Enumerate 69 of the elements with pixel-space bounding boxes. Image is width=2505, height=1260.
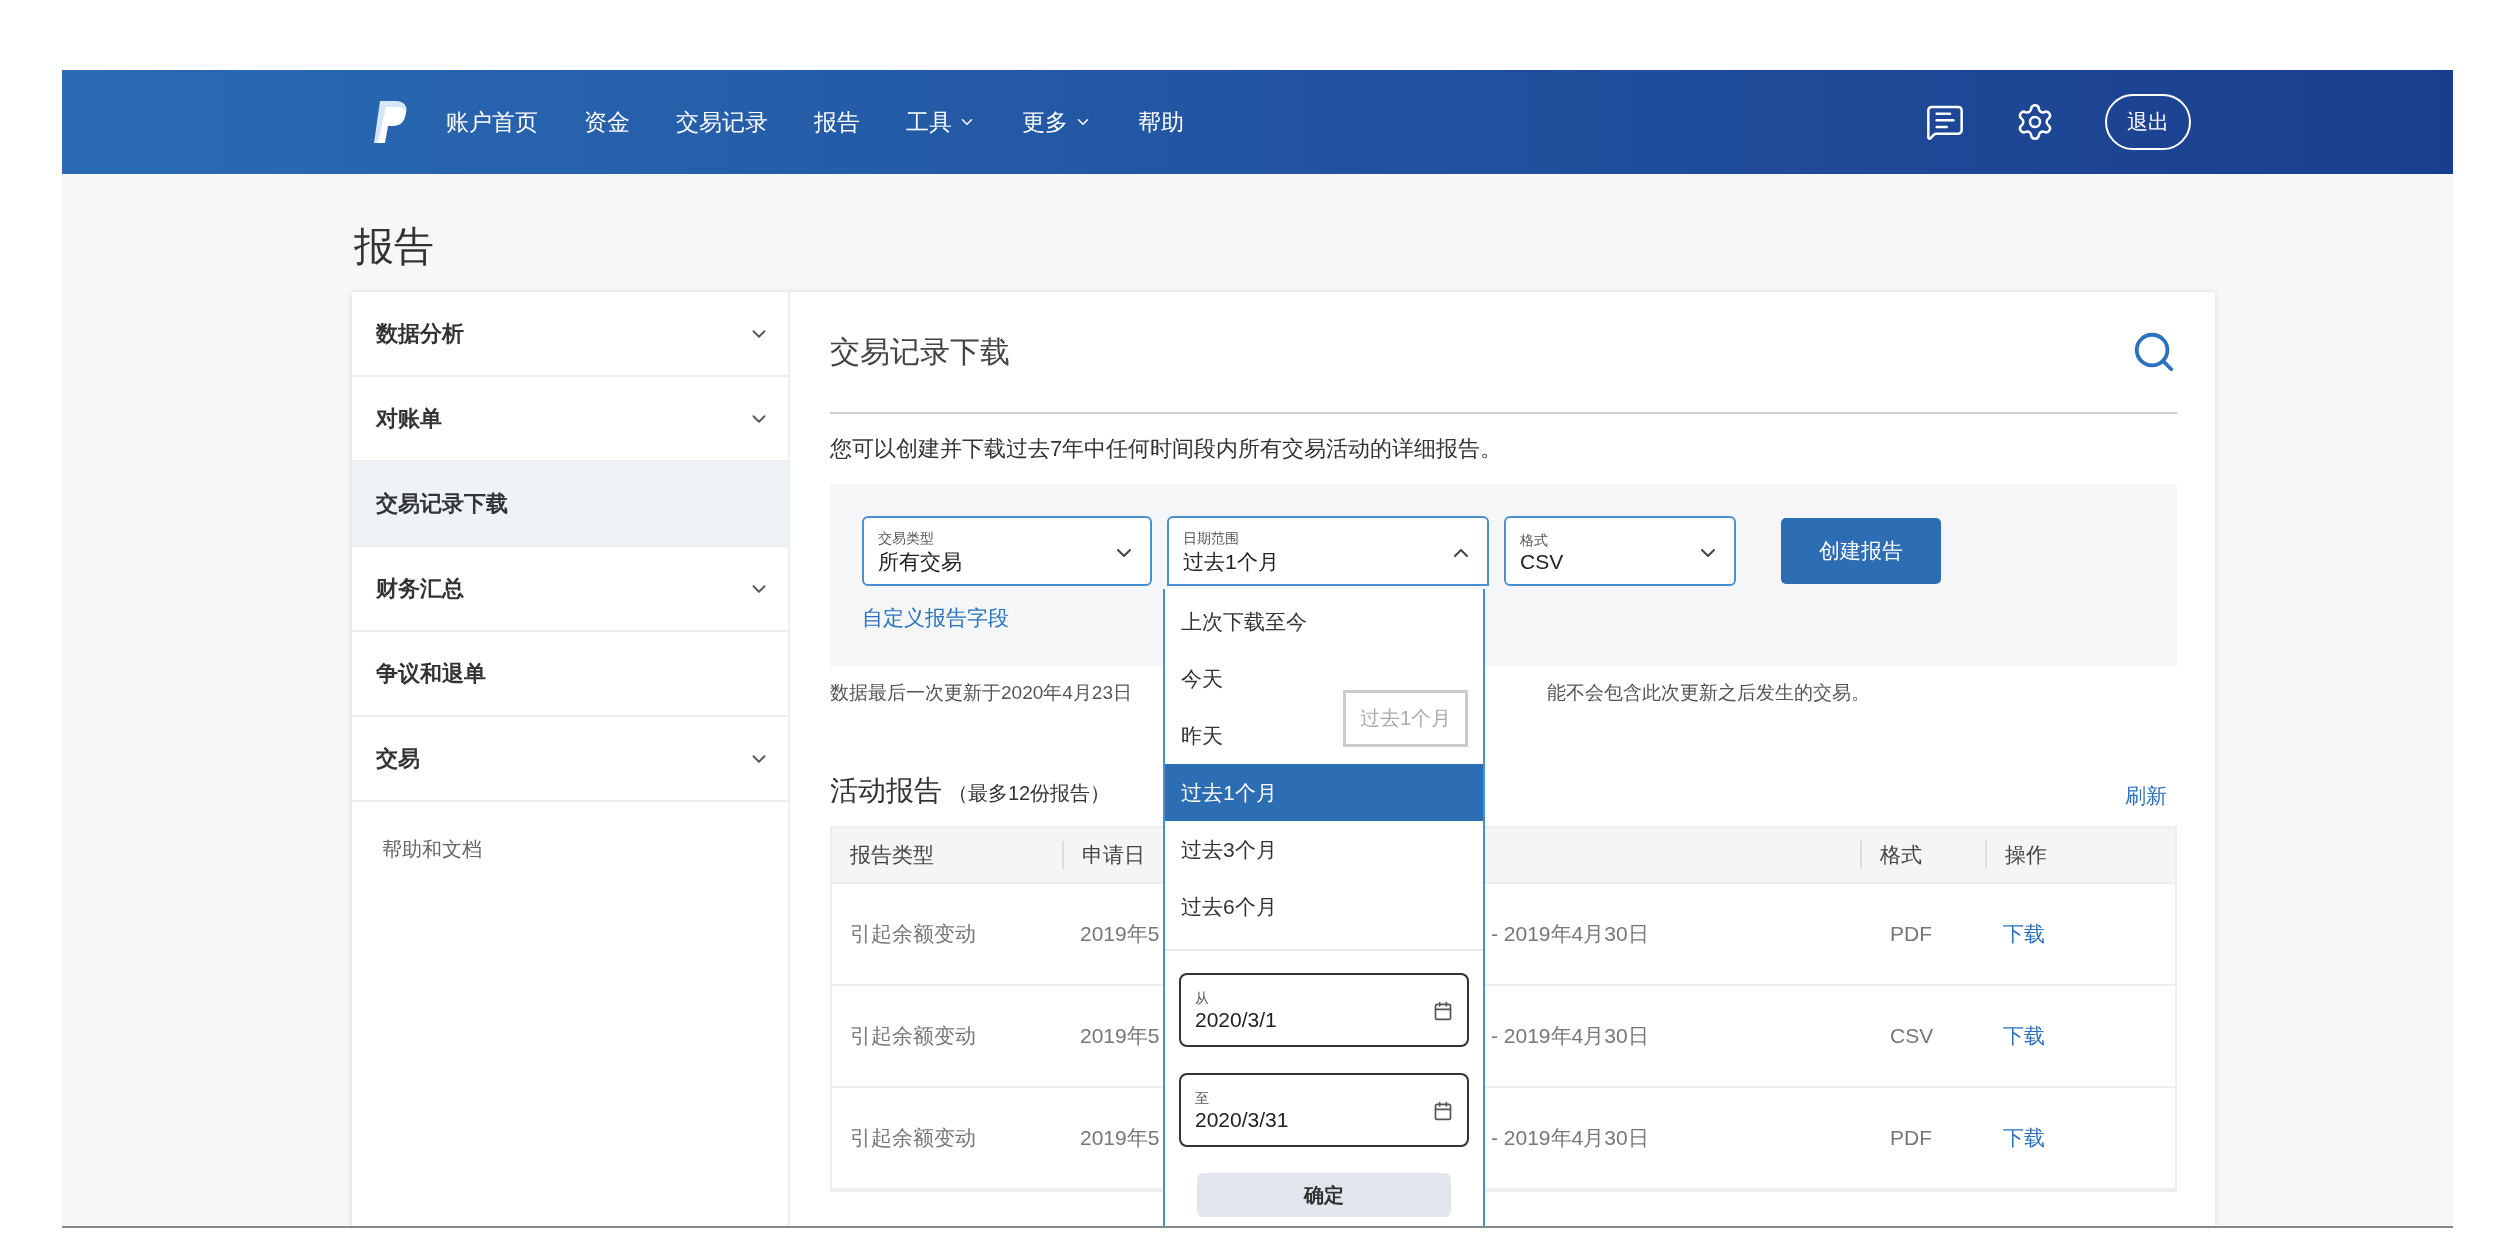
select-field[interactable]: 交易类型 所有交易 (862, 516, 1152, 586)
table-cell: 引起余额变动 (850, 1024, 976, 1047)
sidebar-item[interactable]: 数据分析 (352, 292, 788, 377)
refresh-link[interactable]: 刷新 (2125, 782, 2167, 810)
table-cell: 2019年5 (1080, 1024, 1160, 1047)
download-link[interactable]: 下载 (1985, 1022, 2175, 1050)
sidebar-item-label: 数据分析 (376, 319, 464, 348)
select-field[interactable]: 日期范围 过去1个月 (1167, 516, 1489, 586)
field-label: 交易类型 (878, 530, 935, 548)
sidebar-item-label: 交易 (376, 744, 420, 773)
tooltip: 过去1个月 (1343, 690, 1469, 747)
field-value: 过去1个月 (1183, 549, 1279, 575)
section-title: 交易记录下载 (830, 333, 1010, 370)
nav-link[interactable]: 交易记录 (676, 106, 768, 138)
dropdown-option[interactable]: 过去1个月 (1165, 764, 1483, 821)
field-value: 所有交易 (878, 549, 962, 575)
confirm-button[interactable]: 确定 (1197, 1173, 1451, 1217)
sidebar-item[interactable]: 交易 (352, 717, 788, 802)
table-cell: - 2019年4月30日 (1491, 922, 1649, 945)
nav-link[interactable]: 报告 (814, 106, 860, 138)
page-title: 报告 (353, 223, 435, 270)
nav-link[interactable]: 工具 (906, 106, 976, 138)
field-label: 日期范围 (1183, 530, 1240, 548)
sidebar-item[interactable]: 争议和退单 (352, 632, 788, 717)
logout-button[interactable]: 退出 (2105, 94, 2191, 150)
table-cell: 引起余额变动 (850, 1126, 976, 1149)
sidebar-item-label: 财务汇总 (376, 574, 464, 603)
help-link[interactable]: 帮助和文档 (352, 802, 788, 863)
nav-link[interactable]: 帮助 (1138, 106, 1184, 138)
calendar-icon[interactable] (1433, 1101, 1453, 1121)
sidebar-item-label: 交易记录下载 (376, 489, 508, 518)
table-cell: 引起余额变动 (850, 922, 976, 945)
calendar-icon[interactable] (1433, 1001, 1453, 1021)
activity-subtitle: （最多12份报告） (948, 782, 1111, 804)
sidebar-item[interactable]: 交易记录下载 (352, 462, 788, 547)
note-text: 数据最后一次更新于2020年4月23日 (830, 681, 1132, 705)
table-cell: - 2019年4月30日 (1491, 1024, 1649, 1047)
table-cell: CSV (1890, 1024, 1934, 1047)
field-label: 至 (1195, 1090, 1210, 1108)
table-cell: 2019年5 (1080, 1126, 1160, 1149)
download-link[interactable]: 下载 (1985, 920, 2175, 948)
table-cell: - 2019年4月30日 (1491, 1126, 1649, 1149)
sidebar-item[interactable]: 财务汇总 (352, 547, 788, 632)
field-label: 从 (1195, 990, 1210, 1008)
download-link[interactable]: 下载 (1985, 1124, 2175, 1152)
table-cell: PDF (1890, 1126, 1932, 1149)
activity-title: 活动报告 (830, 775, 942, 806)
create-report-button[interactable]: 创建报告 (1781, 518, 1941, 584)
table-cell: 2019年5 (1080, 922, 1160, 945)
column-header: 操作 (1985, 841, 2175, 869)
field-value: 2020/3/1 (1195, 1008, 1277, 1032)
date-field[interactable]: 从 2020/3/1 (1179, 973, 1469, 1047)
nav-link[interactable]: 更多 (1022, 106, 1092, 138)
note-text: 能不会包含此次更新之后发生的交易。 (1547, 681, 1870, 705)
nav-link[interactable]: 账户首页 (446, 106, 538, 138)
field-value: 2020/3/31 (1195, 1108, 1289, 1132)
field-label: 格式 (1520, 532, 1549, 550)
nav-link[interactable]: 资金 (584, 106, 630, 138)
sidebar-item[interactable]: 对账单 (352, 377, 788, 462)
column-header: 报告类型 (849, 842, 935, 868)
sidebar-item-label: 争议和退单 (376, 659, 486, 688)
column-header: 格式 (1860, 841, 1985, 869)
description-text: 您可以创建并下载过去7年中任何时间段内所有交易活动的详细报告。 (830, 435, 1504, 463)
date-field[interactable]: 至 2020/3/31 (1179, 1073, 1469, 1147)
custom-fields-link[interactable]: 自定义报告字段 (862, 604, 1009, 632)
table-cell: PDF (1890, 922, 1932, 945)
select-field[interactable]: 格式 CSV (1504, 516, 1736, 586)
sidebar-item-label: 对账单 (376, 404, 442, 433)
field-value: CSV (1520, 550, 1564, 574)
